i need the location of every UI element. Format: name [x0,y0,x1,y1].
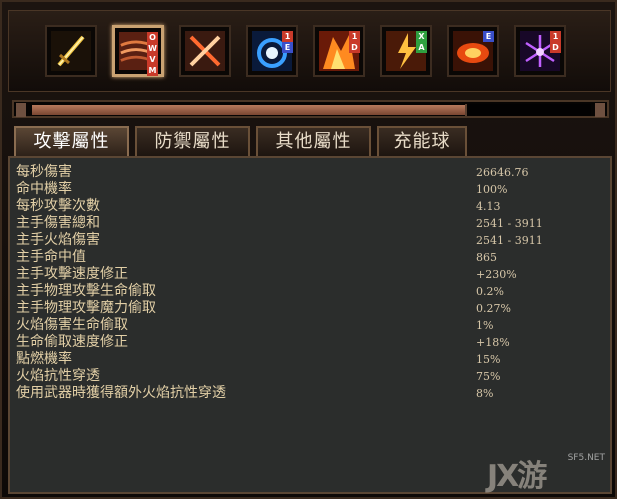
skill-slot-5[interactable]: 1D [313,25,365,77]
stats-panel: 每秒傷害 26646.76 命中機率 100% 每秒攻擊次數 4.13 主手傷害總和 2541… [8,156,612,494]
stat-value: 100% [476,183,508,196]
skill-tag: W [147,43,158,54]
stat-value: 75% [476,370,501,383]
stat-label: 點燃機率 [16,351,72,367]
stat-row: 主手物理攻擊魔力偷取 0.27% [16,300,606,317]
skill-tags: E [483,31,494,42]
progress-bar [12,100,609,118]
stat-value: 26646.76 [476,166,529,179]
skill-tag: 1 [282,31,293,42]
skill-tags: 1D [550,31,561,53]
watermark-logo: JX游 [487,459,547,494]
crossed-blades-icon [185,31,225,71]
stat-value: 15% [476,353,501,366]
skill-tag: A [416,42,427,53]
stat-row: 每秒攻擊次數 4.13 [16,198,606,215]
stat-value: 1% [476,319,494,332]
stat-label: 使用武器時獲得額外火焰抗性穿透 [16,385,226,401]
character-panel-frame: OWVM1E1DXAE1D 攻擊屬性 防禦屬性 其他屬性 充能球 每秒傷害 266… [0,0,617,499]
stat-row: 主手攻擊速度修正 +230% [16,266,606,283]
stat-label: 每秒攻擊次數 [16,198,100,214]
tab-charge-orbs[interactable]: 充能球 [377,126,467,156]
stat-value: +18% [476,336,510,349]
golden-sword-icon [51,31,91,71]
stat-row: 主手物理攻擊生命偷取 0.2% [16,283,606,300]
skill-slot-6[interactable]: XA [380,25,432,77]
stat-value: 0.27% [476,302,511,315]
tab-attack[interactable]: 攻擊屬性 [14,126,129,156]
skill-tag: M [147,65,158,76]
stat-value: 4.13 [476,200,501,213]
stat-label: 火焰傷害生命偷取 [16,317,128,333]
stat-label: 每秒傷害 [16,164,72,180]
stat-row: 命中機率 100% [16,181,606,198]
stat-row: 點燃機率 15% [16,351,606,368]
skill-tag: V [147,54,158,65]
skill-slot-4[interactable]: 1E [246,25,298,77]
stat-value: 865 [476,251,497,264]
stat-row: 每秒傷害 26646.76 [16,164,606,181]
stat-row: 火焰傷害生命偷取 1% [16,317,606,334]
skill-tag: D [349,42,360,53]
stat-label: 火焰抗性穿透 [16,368,100,384]
skill-slot-8[interactable]: 1D [514,25,566,77]
skill-slot-3[interactable] [179,25,231,77]
skill-tag: E [282,42,293,53]
stat-label: 主手傷害總和 [16,215,100,231]
stat-row: 火焰抗性穿透 75% [16,368,606,385]
skill-tag: D [550,42,561,53]
stat-label: 主手命中值 [16,249,86,265]
skill-tag: X [416,31,427,42]
stat-row: 使用武器時獲得額外火焰抗性穿透 8% [16,385,606,402]
progress-right-cap [595,103,605,117]
skill-tags: OWVM [147,32,158,76]
watermark-site: SF5.NET [567,453,605,463]
skill-slot-2[interactable]: OWVM [112,25,164,77]
progress-remaining [465,104,591,116]
stat-value: 0.2% [476,285,504,298]
stat-value: 2541 - 3911 [476,234,543,247]
stat-row: 主手命中值 865 [16,249,606,266]
stat-value: 2541 - 3911 [476,217,543,230]
skill-slot-7[interactable]: E [447,25,499,77]
stat-label: 主手攻擊速度修正 [16,266,128,282]
stat-row: 主手火焰傷害 2541 - 3911 [16,232,606,249]
skill-tag: 1 [349,31,360,42]
stat-label: 生命偷取速度修正 [16,334,128,350]
skill-bar: OWVM1E1DXAE1D [8,10,611,92]
skill-tag: 1 [550,31,561,42]
skill-tag: E [483,31,494,42]
stat-row: 主手傷害總和 2541 - 3911 [16,215,606,232]
watermark: JX游 SF5.NET [487,451,607,494]
stat-value: +230% [476,268,517,281]
skill-slot-1[interactable] [45,25,97,77]
stat-label: 主手物理攻擊生命偷取 [16,283,156,299]
skill-tag: O [147,32,158,43]
tab-other[interactable]: 其他屬性 [256,126,371,156]
stat-label: 主手火焰傷害 [16,232,100,248]
progress-left-cap [16,103,26,117]
stat-label: 命中機率 [16,181,72,197]
tab-defense[interactable]: 防禦屬性 [135,126,250,156]
skill-tags: 1E [282,31,293,53]
stat-value: 8% [476,387,494,400]
stat-label: 主手物理攻擊魔力偷取 [16,300,156,316]
skill-tags: 1D [349,31,360,53]
skill-tags: XA [416,31,427,53]
progress-fill [32,105,470,115]
stat-row: 生命偷取速度修正 +18% [16,334,606,351]
